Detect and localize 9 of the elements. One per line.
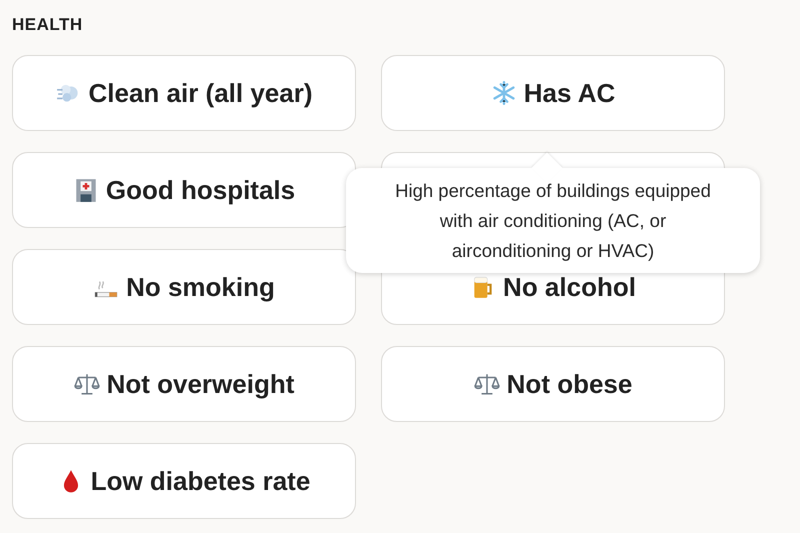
option-button[interactable]: Not obese xyxy=(381,346,725,422)
option-button[interactable]: Has AC xyxy=(381,55,725,131)
option-button[interactable]: Not overweight xyxy=(12,346,356,422)
option-button[interactable]: Good hospitals xyxy=(12,152,356,228)
snowflake-icon xyxy=(490,80,517,106)
section-title: HEALTH xyxy=(12,15,83,35)
option-button[interactable]: Low diabetes rate xyxy=(12,443,356,519)
option-button[interactable]: No smoking xyxy=(12,249,356,325)
option-button[interactable]: Clean air (all year) xyxy=(12,55,356,131)
